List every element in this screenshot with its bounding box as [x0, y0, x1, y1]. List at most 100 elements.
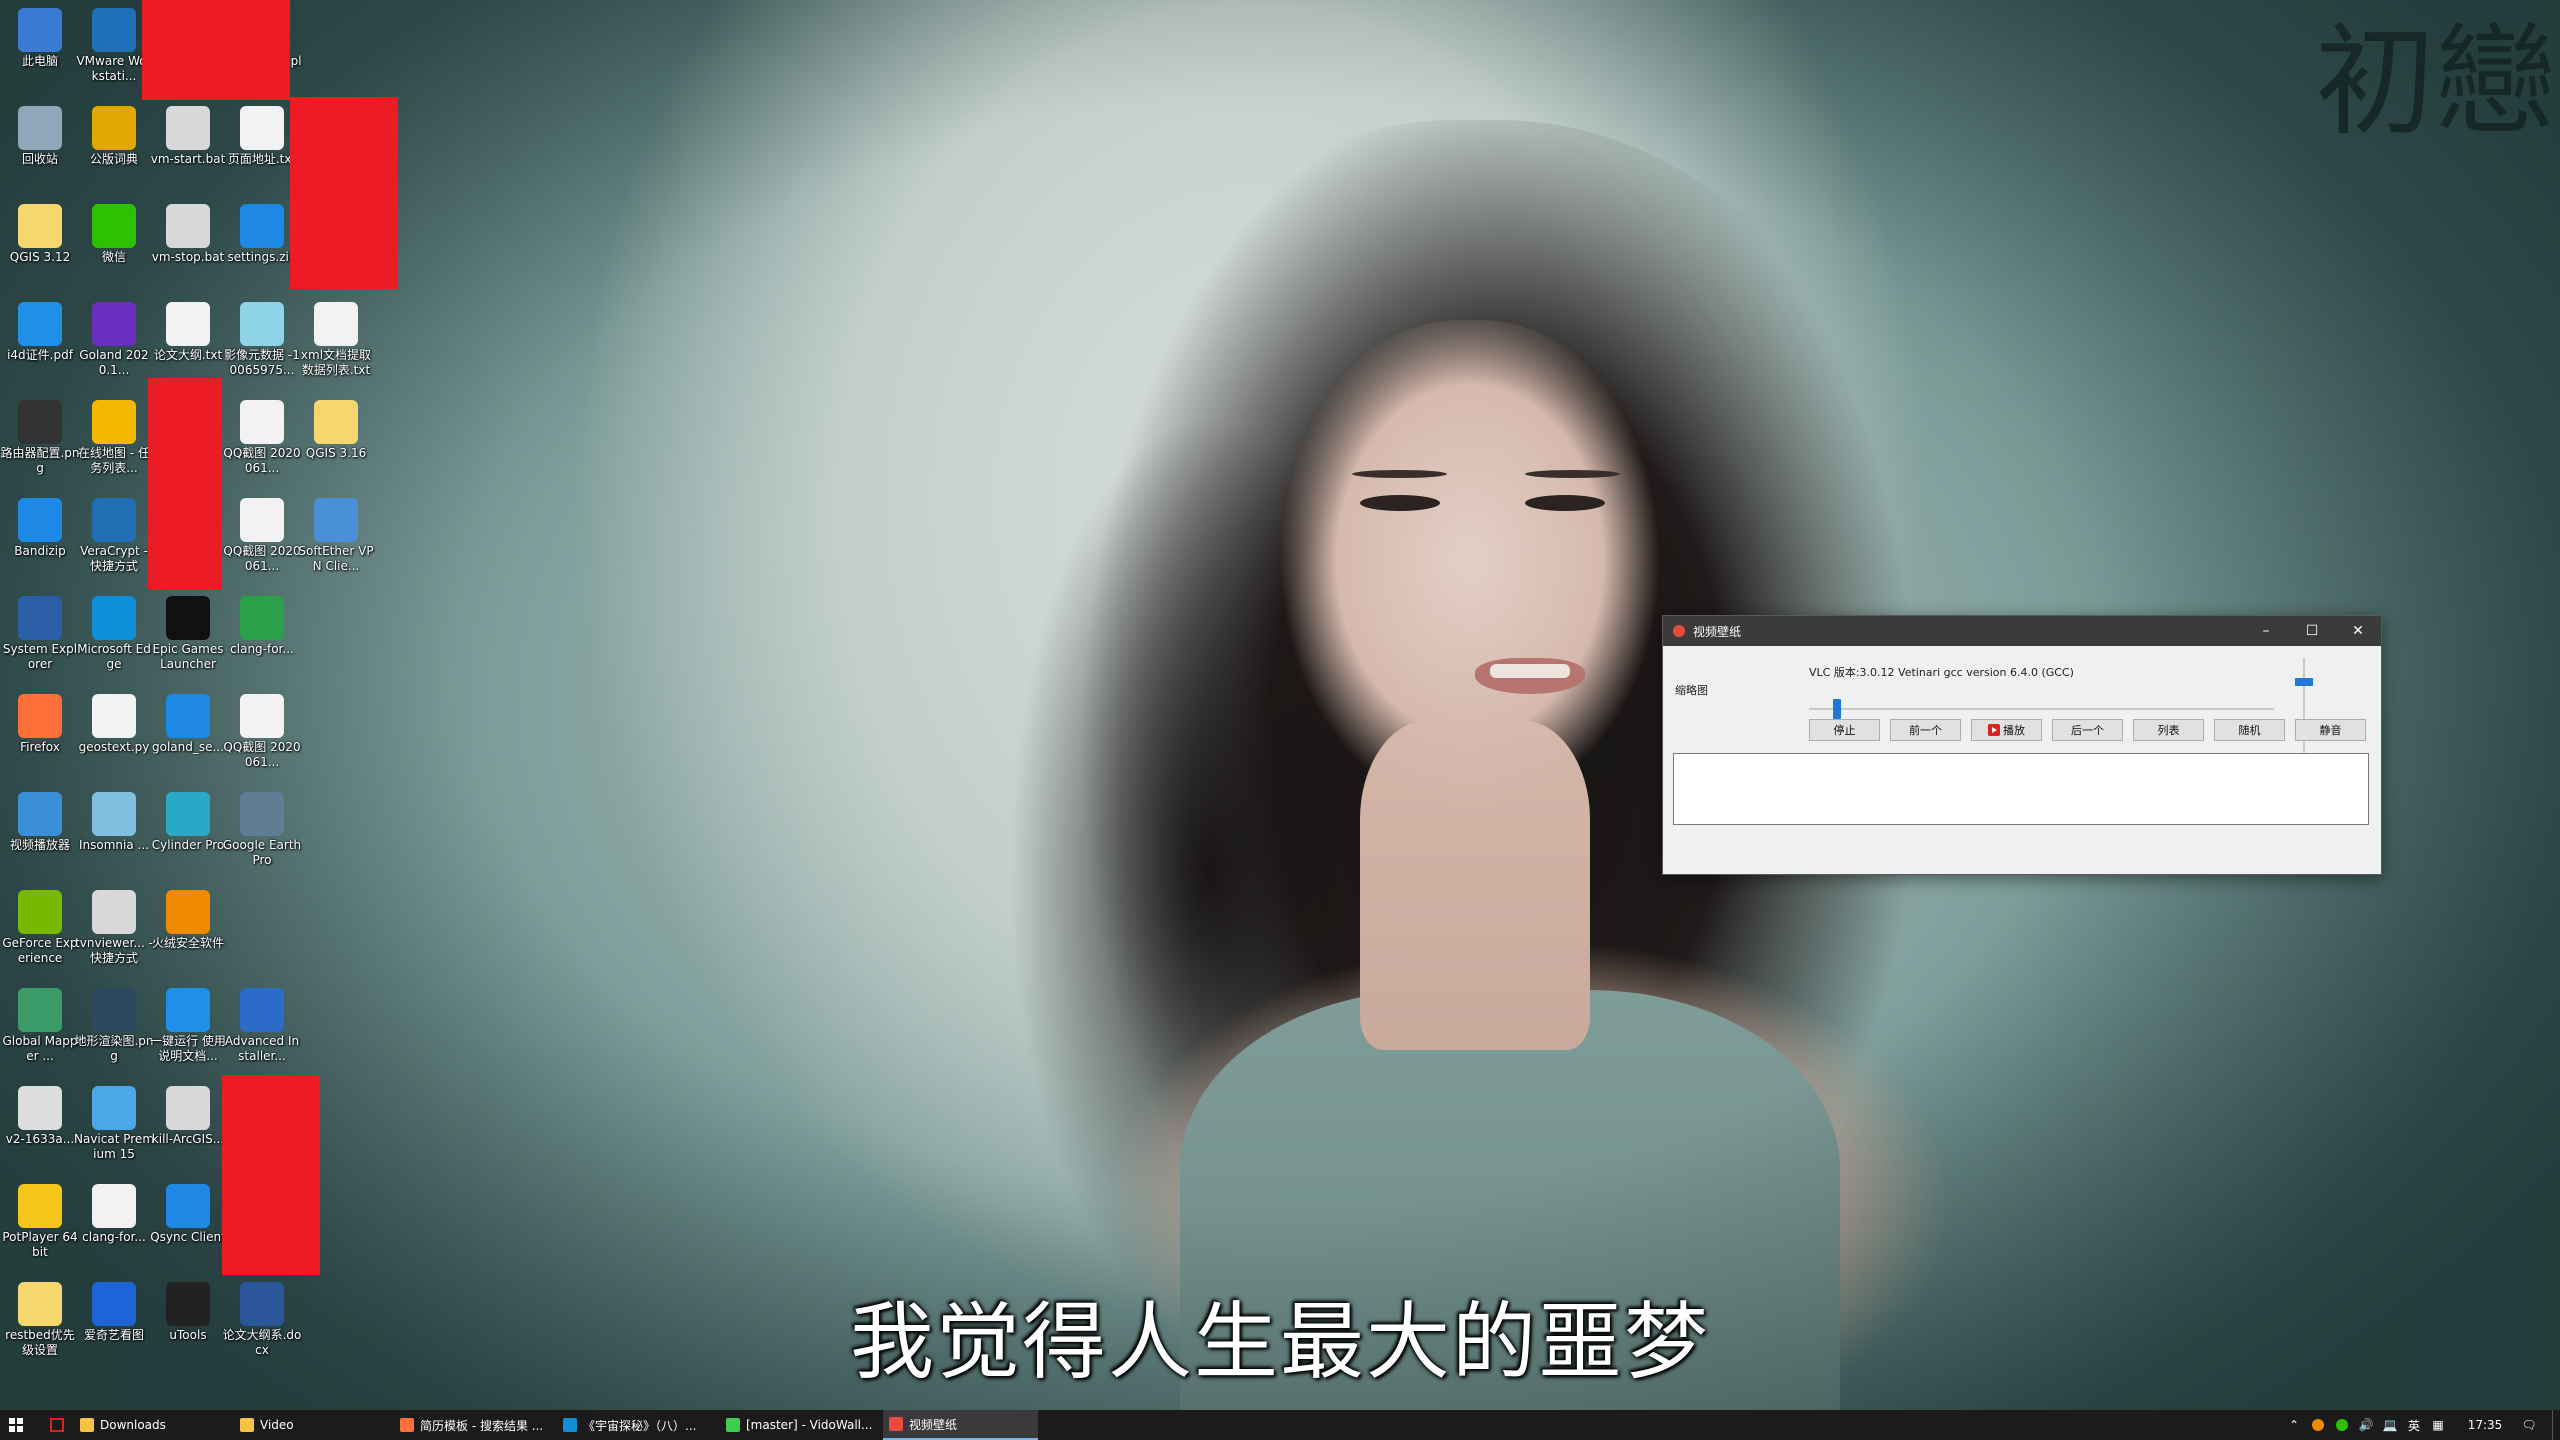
desktop-icon[interactable]: Qsync Client [148, 1180, 228, 1276]
desktop-icon[interactable]: PotPlayer 64 bit [0, 1180, 80, 1276]
tray-wechat-icon[interactable] [2332, 1410, 2352, 1440]
desktop-icon[interactable]: QGIS 3.16 [296, 396, 376, 492]
desktop-icon[interactable]: Bandizip [0, 494, 80, 590]
desktop-icon[interactable]: clang-for... [222, 592, 302, 688]
vmware-icon [92, 8, 136, 52]
desktop-icon[interactable]: 爱奇艺看图 [74, 1278, 154, 1374]
desktop-icon-label: restbed优先级设置 [5, 1328, 75, 1357]
mute-button[interactable]: 静音 [2295, 719, 2366, 741]
random-button[interactable]: 随机 [2214, 719, 2285, 741]
archive-7z-icon [240, 596, 284, 640]
desktop-icon[interactable]: 回收站 [0, 102, 80, 198]
tray-overflow-chevron-icon[interactable]: ⌃ [2284, 1410, 2304, 1440]
video-wallpaper-icon [889, 1417, 903, 1431]
previous-button[interactable]: 前一个 [1890, 719, 1961, 741]
desktop-icon[interactable]: 公版词典 [74, 102, 154, 198]
desktop-icon[interactable]: 路由器配置.png [0, 396, 80, 492]
taskbar-item-edge[interactable]: 《宇宙探秘》（八）... [563, 1410, 718, 1440]
desktop-icon[interactable]: restbed优先级设置 [0, 1278, 80, 1374]
desktop-icon[interactable]: 论文大纲系.docx [222, 1278, 302, 1374]
next-button[interactable]: 后一个 [2052, 719, 2123, 741]
desktop-icon[interactable]: QQ截图 2020061... [222, 690, 302, 786]
desktop-icon[interactable]: tvnviewer... - 快捷方式 [74, 886, 154, 982]
playlist-textbox[interactable] [1673, 753, 2369, 825]
batch-file-icon [166, 106, 210, 150]
desktop-icon[interactable]: 视频播放器 [0, 788, 80, 884]
desktop-icon[interactable]: goland_se... [148, 690, 228, 786]
close-icon[interactable]: ✕ [2335, 616, 2381, 646]
desktop-icon[interactable]: uTools [148, 1278, 228, 1374]
list-button[interactable]: 列表 [2133, 719, 2204, 741]
bandizip-archive-icon [240, 204, 284, 248]
maximize-icon[interactable]: ☐ [2289, 616, 2335, 646]
desktop-icon[interactable]: 火绒安全软件 [148, 886, 228, 982]
desktop-icon[interactable]: vm-start.bat [148, 102, 228, 198]
desktop-icon[interactable]: SoftEther VPN Clie... [296, 494, 376, 590]
desktop-icon[interactable]: QQ截图 2020061... [222, 494, 302, 590]
taskbar-item-downloads[interactable]: Downloads [80, 1410, 230, 1440]
desktop-icon-label: Insomnia ... [79, 838, 149, 852]
mute-button-label: 静音 [2319, 724, 2342, 737]
desktop-icon[interactable]: kill-ArcGIS... [148, 1082, 228, 1178]
taskbar-item-video-wallpaper[interactable]: 视频壁纸 [883, 1410, 1038, 1440]
desktop-icon[interactable]: QGIS 3.12 [0, 200, 80, 296]
desktop-icon[interactable]: Navicat Premium 15 [74, 1082, 154, 1178]
taskbar-item-firefox[interactable]: 简历模板 - 搜索结果 ... [400, 1410, 555, 1440]
advanced-installer-icon [240, 988, 284, 1032]
desktop-icon[interactable]: clang-for... [74, 1180, 154, 1276]
minimize-icon[interactable]: – [2243, 616, 2289, 646]
video-wallpaper-window[interactable]: 视频壁纸 – ☐ ✕ VLC 版本:3.0.12 Vetinari gcc ve… [1662, 615, 2382, 875]
stop-button[interactable]: 停止 [1809, 719, 1880, 741]
folder-icon [18, 1282, 62, 1326]
network-icon[interactable]: 💻 [2380, 1410, 2400, 1440]
desktop-icon[interactable]: i4d证件.pdf [0, 298, 80, 394]
taskbar-item-qt-creator[interactable]: [master] - VidoWall... [726, 1410, 881, 1440]
desktop-icon[interactable]: Microsoft Edge [74, 592, 154, 688]
desktop-icon[interactable]: xml文档提取 数据列表.txt [296, 298, 376, 394]
desktop-icon-label: System Explorer [2, 642, 78, 671]
start-button[interactable] [0, 1410, 32, 1440]
desktop-icon[interactable]: Insomnia ... [74, 788, 154, 884]
desktop-icon[interactable]: v2-1633a... [0, 1082, 80, 1178]
ime-mode-icon[interactable]: ▦ [2428, 1410, 2448, 1440]
desktop-icon[interactable]: 影像元数据 -10065975... [222, 298, 302, 394]
batch-file-icon [166, 1086, 210, 1130]
desktop-icon[interactable]: Google Earth Pro [222, 788, 302, 884]
desktop-icon[interactable]: 在线地图 - 任务列表... [74, 396, 154, 492]
system-clock[interactable]: 17:35 [2460, 1410, 2510, 1440]
notification-center-icon[interactable]: 🗨 [2516, 1410, 2542, 1440]
desktop-icon[interactable]: GeForce Experience [0, 886, 80, 982]
desktop-icon-label: 火绒安全软件 [151, 936, 224, 950]
desktop-icon[interactable]: Firefox [0, 690, 80, 786]
taskbar-item-label: 简历模板 - 搜索结果 ... [420, 1418, 544, 1433]
desktop-icon[interactable]: geostext.py [74, 690, 154, 786]
play-button[interactable]: 播放 [1971, 719, 2042, 741]
taskbar-item-label: 视频壁纸 [909, 1417, 958, 1432]
desktop-icon[interactable]: vm-stop.bat [148, 200, 228, 296]
desktop-icon-label: 回收站 [21, 152, 58, 166]
tray-huorong-icon[interactable] [2308, 1410, 2328, 1440]
progress-slider-track[interactable] [1809, 708, 2274, 710]
volume-slider-handle[interactable] [2295, 677, 2313, 686]
volume-icon[interactable]: 🔊 [2356, 1410, 2376, 1440]
desktop-icon[interactable]: VeraCrypt - 快捷方式 [74, 494, 154, 590]
desktop-icon[interactable]: 微信 [74, 200, 154, 296]
taskbar-item-video[interactable]: Video [240, 1410, 390, 1440]
desktop-icon[interactable]: QQ截图 2020061... [222, 396, 302, 492]
desktop-icon[interactable]: Cylinder Pro [148, 788, 228, 884]
desktop-icon[interactable]: 此电脑 [0, 4, 80, 100]
desktop-icon[interactable]: 地形渲染图.png [74, 984, 154, 1080]
desktop-icon[interactable]: Goland 2020.1... [74, 298, 154, 394]
desktop-icon-label: 论文大纲.txt [153, 348, 223, 362]
window-titlebar[interactable]: 视频壁纸 – ☐ ✕ [1663, 616, 2381, 646]
progress-slider-handle[interactable] [1832, 699, 1841, 719]
desktop-icon[interactable]: Advanced Installer... [222, 984, 302, 1080]
desktop-icon-label: tvnviewer... - 快捷方式 [75, 936, 153, 965]
show-desktop-button[interactable] [2552, 1410, 2560, 1440]
pinned-app-button[interactable] [44, 1410, 70, 1440]
ime-indicator[interactable]: 英 [2404, 1410, 2424, 1440]
desktop-icon[interactable]: 一键运行 使用说明文档... [148, 984, 228, 1080]
desktop-icon[interactable]: Epic Games Launcher [148, 592, 228, 688]
desktop-icon[interactable]: Global Mapper ... [0, 984, 80, 1080]
desktop-icon[interactable]: System Explorer [0, 592, 80, 688]
